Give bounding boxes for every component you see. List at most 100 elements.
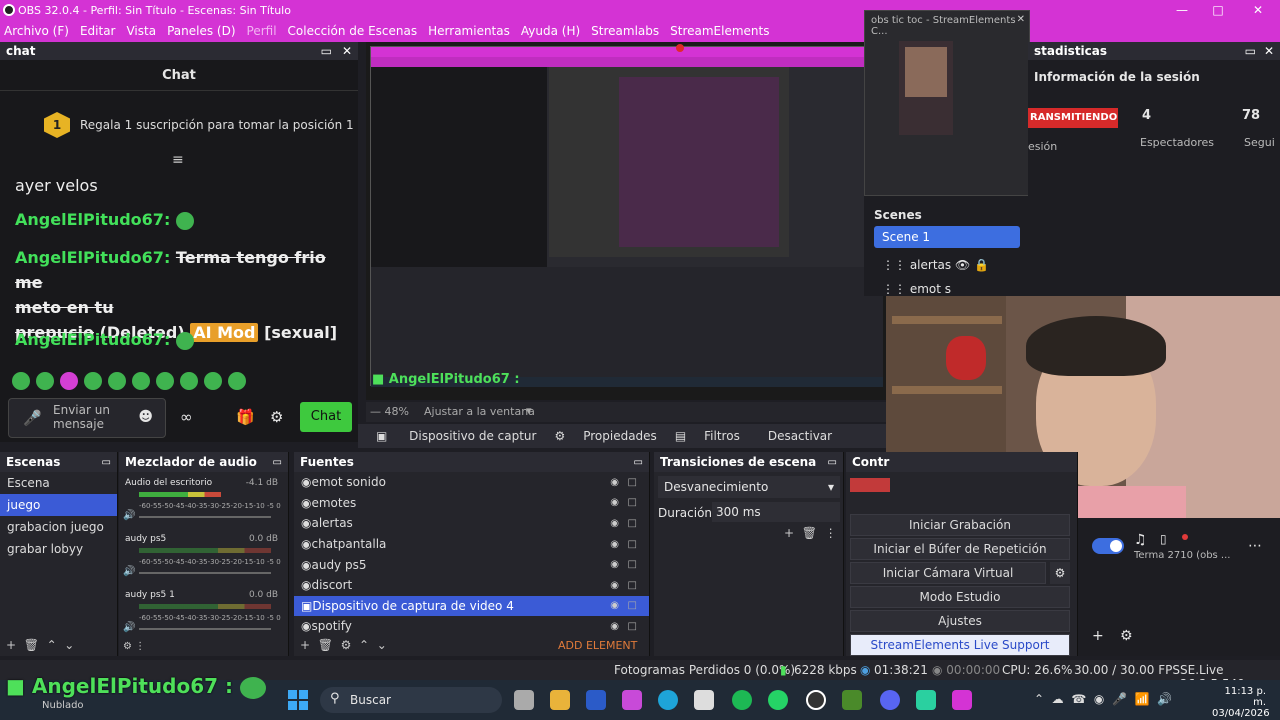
scene-item[interactable]: grabacion juego bbox=[0, 516, 117, 538]
source-item[interactable]: ◉ discort ◉ □ bbox=[294, 575, 649, 596]
chat-input[interactable]: 🎤 Enviar un mensaje ☻ bbox=[8, 398, 166, 438]
clock[interactable]: 11:13 p. m. 03/04/2026 bbox=[1212, 686, 1270, 719]
eye-icon[interactable]: ◉ bbox=[610, 477, 619, 488]
more-icon[interactable]: ⋮ bbox=[825, 526, 837, 540]
add-icon[interactable]: + bbox=[1092, 628, 1104, 644]
menu-herramientas[interactable]: Herramientas bbox=[428, 24, 510, 38]
close-icon[interactable]: ✕ bbox=[1240, 0, 1276, 20]
chat-username[interactable]: AngelElPitudo67: bbox=[15, 330, 200, 350]
float-icon[interactable]: ▭ bbox=[828, 457, 837, 468]
emote-icon[interactable] bbox=[132, 372, 150, 390]
speaker-icon[interactable]: 🔊 bbox=[123, 622, 135, 633]
settings-button[interactable]: Ajustes bbox=[850, 610, 1070, 632]
eye-icon[interactable]: ◉ bbox=[610, 621, 619, 632]
windows-start-icon[interactable] bbox=[288, 690, 308, 710]
taskbar-search[interactable]: ⚲ Buscar bbox=[320, 687, 502, 713]
chevron-down-icon[interactable]: ▾ bbox=[828, 476, 834, 498]
scene-item[interactable]: Escena bbox=[0, 472, 117, 494]
trash-icon[interactable]: 🗑 bbox=[24, 638, 39, 652]
se-scene-selected[interactable]: Scene 1 bbox=[874, 226, 1020, 248]
more-icon[interactable]: ⋯ bbox=[1248, 538, 1262, 554]
virtual-camera-button[interactable]: Iniciar Cámara Virtual bbox=[850, 562, 1046, 584]
lock-icon[interactable]: □ bbox=[628, 621, 637, 632]
source-item[interactable]: ◉ emot sonido ◉ □ bbox=[294, 472, 649, 493]
properties-button[interactable]: ⚙ Propiedades bbox=[554, 429, 656, 443]
up-icon[interactable]: ⌃ bbox=[47, 638, 57, 652]
maximize-icon[interactable]: □ bbox=[1200, 0, 1236, 20]
mixer-settings-icon[interactable]: ⚙ ⋮ bbox=[123, 641, 145, 652]
down-icon[interactable]: ⌄ bbox=[377, 638, 387, 652]
menu-streamelements[interactable]: StreamElements bbox=[670, 24, 769, 38]
edge-icon[interactable] bbox=[658, 690, 678, 710]
gear-icon[interactable]: ⚙ bbox=[1120, 628, 1133, 644]
lock-icon[interactable]: □ bbox=[628, 580, 637, 591]
speaker-icon[interactable]: 🔊 bbox=[123, 510, 135, 521]
lock-icon[interactable]: □ bbox=[628, 518, 637, 529]
popup-close-icon[interactable]: ✕ bbox=[1017, 14, 1025, 25]
eye-icon[interactable]: ◉ bbox=[610, 539, 619, 550]
obs-icon[interactable] bbox=[806, 690, 826, 710]
source-item[interactable]: ▣ Dispositivo de captura de video 4 ◉ □ bbox=[294, 595, 649, 617]
lock-icon[interactable]: □ bbox=[628, 477, 637, 488]
discord-icon[interactable] bbox=[880, 690, 900, 710]
eye-icon[interactable]: ◉ bbox=[610, 559, 619, 570]
transition-select[interactable]: Desvanecimiento ▾ bbox=[658, 476, 840, 498]
chevron-down-icon[interactable]: ▾ bbox=[526, 404, 532, 417]
speaker-icon[interactable]: 🔊 bbox=[123, 566, 135, 577]
emote-icon[interactable] bbox=[156, 372, 174, 390]
volume-slider[interactable] bbox=[139, 516, 271, 518]
float-icon[interactable]: ▭ bbox=[634, 457, 643, 468]
menu-paneles[interactable]: Paneles (D) bbox=[167, 24, 235, 38]
source-item[interactable]: ◉ audy ps5 ◉ □ bbox=[294, 554, 649, 575]
studio-mode-button[interactable]: Modo Estudio bbox=[850, 586, 1070, 608]
menu-editar[interactable]: Editar bbox=[80, 24, 116, 38]
mic-icon[interactable]: 🎤 bbox=[23, 409, 42, 427]
settings-icon[interactable]: ⚙ bbox=[270, 408, 283, 426]
float-icon[interactable]: ▭ bbox=[321, 44, 332, 58]
trash-icon[interactable]: 🗑 bbox=[318, 638, 333, 652]
file-explorer-icon[interactable] bbox=[550, 690, 570, 710]
stop-stream-button[interactable] bbox=[850, 478, 890, 492]
emote-icon[interactable] bbox=[60, 372, 78, 390]
down-icon[interactable]: ⌄ bbox=[64, 638, 74, 652]
float-icon[interactable]: ▭ bbox=[102, 457, 111, 468]
lock-icon[interactable]: □ bbox=[628, 539, 637, 550]
minecraft-icon[interactable] bbox=[842, 690, 862, 710]
emote-icon[interactable] bbox=[84, 372, 102, 390]
eye-icon[interactable]: ◉ bbox=[610, 518, 619, 529]
scene-item-selected[interactable]: juego bbox=[0, 494, 117, 516]
emote-icon[interactable] bbox=[228, 372, 246, 390]
volume-slider[interactable] bbox=[139, 628, 271, 630]
float-icon[interactable]: ▭ bbox=[1245, 44, 1256, 58]
chat-send-button[interactable]: Chat bbox=[300, 402, 352, 432]
points-icon[interactable]: ∞ bbox=[180, 408, 193, 426]
source-item[interactable]: ◉ spotify ◉ □ bbox=[294, 616, 649, 637]
deactivate-button[interactable]: Desactivar bbox=[768, 429, 832, 443]
source-item[interactable]: ◉ emotes ◉ □ bbox=[294, 493, 649, 514]
menu-ayuda[interactable]: Ayuda (H) bbox=[521, 24, 580, 38]
source-item[interactable]: ◉ chatpantalla ◉ □ bbox=[294, 534, 649, 555]
gear-icon[interactable]: ⚙ bbox=[341, 638, 352, 652]
spotify-icon[interactable] bbox=[732, 690, 752, 710]
menu-streamlabs[interactable]: Streamlabs bbox=[591, 24, 659, 38]
volume-slider[interactable] bbox=[139, 572, 271, 574]
duration-input[interactable]: 300 ms bbox=[712, 502, 840, 522]
se-scene-item[interactable]: ⋮⋮ emot s bbox=[882, 282, 951, 296]
add-element-button[interactable]: ADD ELEMENT bbox=[558, 639, 637, 652]
eye-icon[interactable]: ◉ bbox=[610, 600, 619, 611]
fit-window-label[interactable]: Ajustar a la ventana bbox=[424, 405, 535, 418]
copilot-icon[interactable] bbox=[622, 690, 642, 710]
emote-icon[interactable] bbox=[12, 372, 30, 390]
chat-username[interactable]: AngelElPitudo67: bbox=[15, 210, 200, 230]
float-icon[interactable]: ▭ bbox=[273, 457, 282, 468]
program-preview[interactable]: ■ AngelElPitudo67 : bbox=[366, 42, 886, 400]
menu-archivo[interactable]: Archivo (F) bbox=[4, 24, 69, 38]
menu-coleccion[interactable]: Colección de Escenas bbox=[288, 24, 418, 38]
zoom-label[interactable]: — 48% bbox=[370, 405, 409, 418]
add-icon[interactable]: + bbox=[784, 526, 794, 540]
trash-icon[interactable]: 🗑 bbox=[802, 526, 817, 540]
source-item[interactable]: ◉ alertas ◉ □ bbox=[294, 513, 649, 534]
word-icon[interactable] bbox=[586, 690, 606, 710]
gift-icon[interactable]: 🎁 bbox=[236, 408, 255, 426]
add-icon[interactable]: + bbox=[6, 638, 16, 652]
